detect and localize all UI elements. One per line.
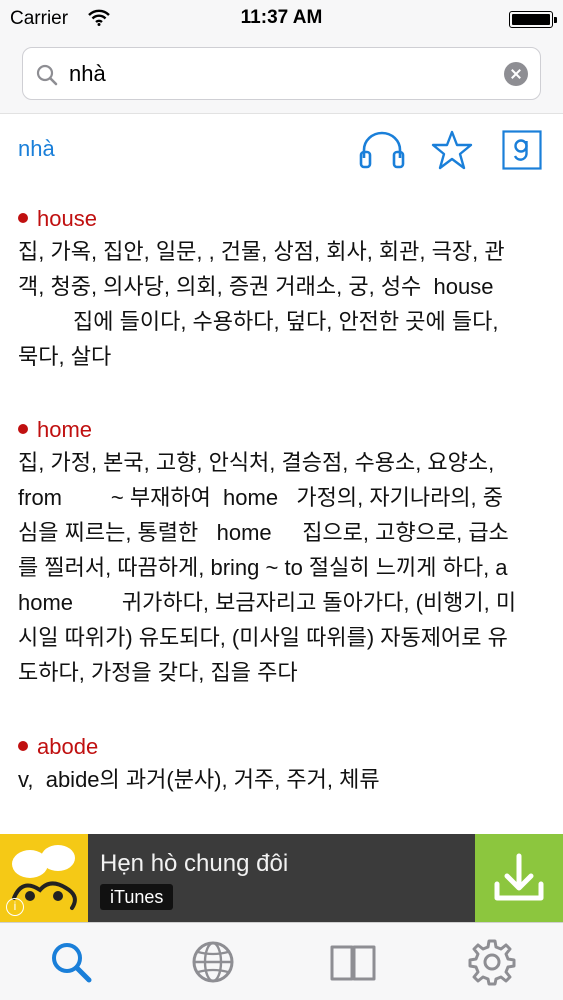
search-box[interactable]	[22, 47, 541, 100]
entry-home: home 집, 가정, 본국, 고향, 안식처, 결승점, 수용소, 요양소, …	[18, 415, 553, 690]
search-input[interactable]	[69, 56, 489, 92]
bullet-icon	[18, 741, 28, 751]
entry-definition: 집, 가옥, 집안, 일문, , 건물, 상점, 회사, 회관, 극장, 관 객…	[18, 239, 505, 369]
battery-tip	[554, 17, 557, 23]
entry-abode: abode v, abide의 과거(분사), 거주, 주거, 체류	[18, 732, 553, 797]
battery-fill	[512, 14, 550, 25]
ad-title: Hẹn hò chung đôi	[100, 850, 289, 877]
entry-term-text: house	[37, 206, 97, 231]
entry-house: house 집, 가옥, 집안, 일문, , 건물, 상점, 회사, 회관, 극…	[18, 204, 553, 374]
search-icon	[35, 63, 59, 92]
status-bar: Carrier 11:37 AM	[0, 0, 563, 36]
info-icon[interactable]: i	[6, 898, 24, 916]
entry-definition: 집, 가정, 본국, 고향, 안식처, 결승점, 수용소, 요양소, from …	[18, 450, 517, 685]
entry-term-text: home	[37, 417, 93, 442]
clock: 11:37 AM	[240, 7, 323, 28]
search-bar-area	[0, 36, 563, 114]
battery-icon	[509, 11, 557, 28]
entry-term-text: abode	[37, 734, 99, 759]
star-icon[interactable]	[431, 130, 473, 175]
definition-content[interactable]: nhà house 집, 가옥, 집안, 일문, , 건물, 상점, 회사, 회…	[0, 114, 563, 834]
bullet-icon	[18, 213, 28, 223]
ad-banner[interactable]: i Hẹn hò chung đôi iTunes	[0, 834, 563, 922]
headphones-icon[interactable]	[359, 130, 405, 175]
word-title: nhà	[18, 136, 55, 161]
clear-icon[interactable]	[504, 62, 528, 86]
entry-definition: v, abide의 과거(분사), 거주, 주거, 체류	[18, 767, 380, 792]
bullet-icon	[18, 424, 28, 434]
entry-term: abode	[18, 732, 553, 762]
entry-term: home	[18, 415, 553, 445]
search-tab-icon[interactable]	[46, 937, 96, 987]
tab-bar	[0, 922, 563, 1000]
globe-icon[interactable]	[188, 937, 238, 987]
book-icon[interactable]	[328, 937, 378, 987]
entry-term: house	[18, 204, 553, 234]
google-icon[interactable]	[502, 130, 542, 175]
itunes-badge: iTunes	[100, 884, 174, 910]
download-icon	[494, 853, 544, 901]
download-button[interactable]	[475, 834, 563, 922]
gear-icon[interactable]	[467, 937, 517, 987]
